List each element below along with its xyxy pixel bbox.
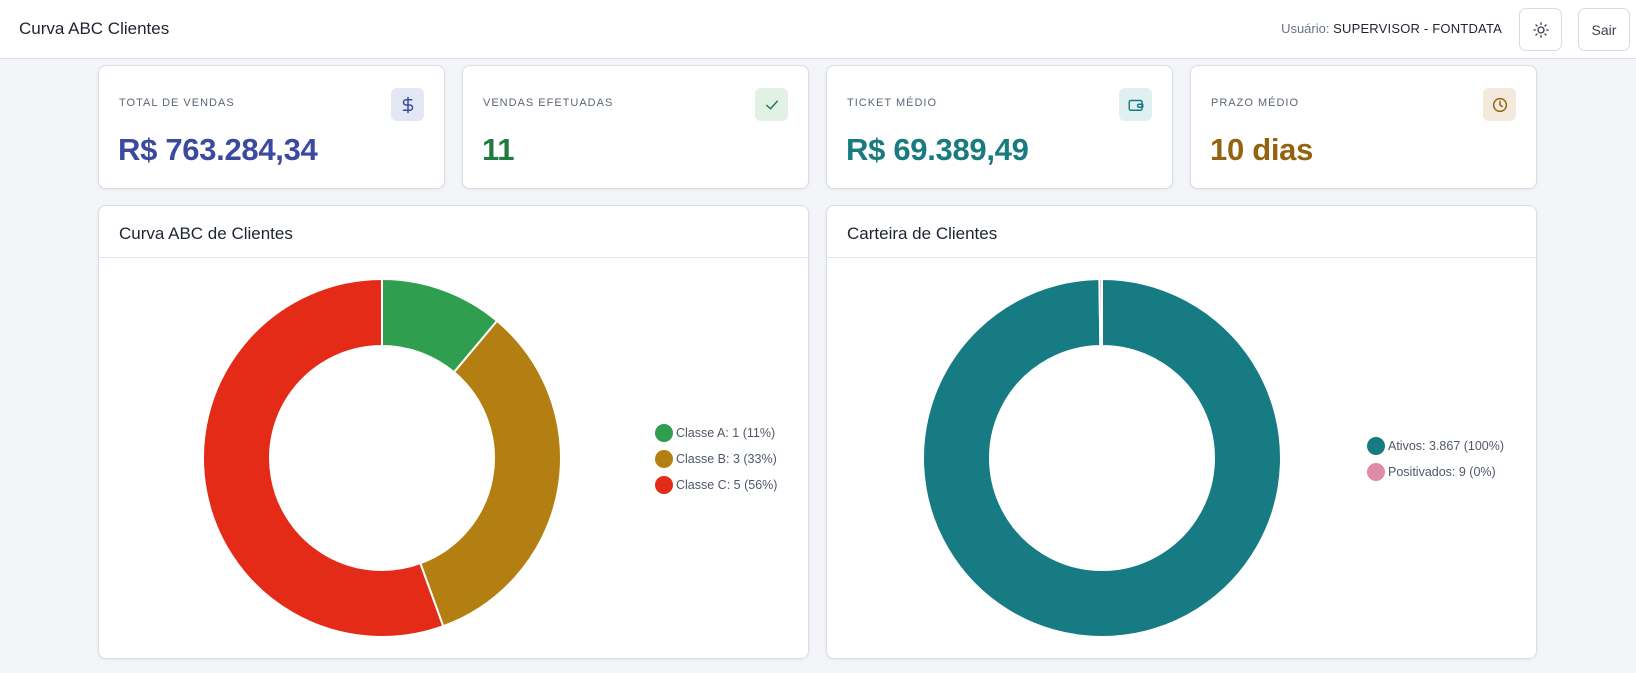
wallet-icon bbox=[1119, 88, 1152, 121]
panel-carteira-clientes: Carteira de Clientes Ativos: 3.867 (100%… bbox=[826, 205, 1537, 659]
chart-legend: Ativos: 3.867 (100%) Positivados: 9 (0%) bbox=[1367, 433, 1504, 485]
page-title: Curva ABC Clientes bbox=[19, 19, 170, 38]
kpi-card-ticket-medio: TICKET MÉDIO R$ 69.389,49 bbox=[826, 65, 1173, 189]
check-icon bbox=[755, 88, 788, 121]
kpi-value: 10 dias bbox=[1210, 132, 1314, 167]
top-bar: Curva ABC Clientes Usuário: SUPERVISOR -… bbox=[0, 0, 1636, 59]
legend-label: Classe A: 1 (11%) bbox=[676, 426, 776, 440]
dollar-icon bbox=[391, 88, 424, 121]
panel-curva-abc: Curva ABC de Clientes Classe A: 1 (11%) C… bbox=[98, 205, 809, 659]
kpi-card-prazo-medio: PRAZO MÉDIO 10 dias bbox=[1190, 65, 1537, 189]
legend-item-ativos[interactable]: Ativos: 3.867 (100%) bbox=[1367, 433, 1504, 459]
legend-swatch bbox=[655, 424, 673, 442]
user-info: Usuário: SUPERVISOR - FONTDATA bbox=[1281, 21, 1502, 36]
legend-item-classe-a[interactable]: Classe A: 1 (11%) bbox=[655, 420, 777, 446]
panel-title: Curva ABC de Clientes bbox=[99, 206, 808, 258]
slice-classe-b[interactable] bbox=[419, 319, 562, 628]
kpi-card-total-vendas: TOTAL DE VENDAS R$ 763.284,34 bbox=[98, 65, 445, 189]
legend-label: Ativos: 3.867 (100%) bbox=[1388, 439, 1505, 453]
slice-positivados[interactable] bbox=[1098, 277, 1103, 348]
kpi-label: TOTAL DE VENDAS bbox=[119, 97, 235, 109]
legend-label: Classe B: 3 (33%) bbox=[676, 452, 777, 466]
kpi-value: R$ 69.389,49 bbox=[846, 132, 1029, 167]
legend-item-classe-b[interactable]: Classe B: 3 (33%) bbox=[655, 446, 777, 472]
legend-item-positivados[interactable]: Positivados: 9 (0%) bbox=[1367, 459, 1504, 485]
chart-legend: Classe A: 1 (11%) Classe B: 3 (33%) Classe… bbox=[655, 420, 777, 498]
legend-item-classe-c[interactable]: Classe C: 5 (56%) bbox=[655, 472, 777, 498]
legend-label: Positivados: 9 (0%) bbox=[1388, 465, 1496, 479]
theme-toggle-button[interactable] bbox=[1519, 8, 1562, 51]
kpi-value: 11 bbox=[482, 132, 515, 167]
legend-swatch bbox=[1367, 463, 1385, 481]
kpi-card-vendas-efetuadas: VENDAS EFETUADAS 11 bbox=[462, 65, 809, 189]
legend-label: Classe C: 5 (56%) bbox=[676, 478, 778, 492]
kpi-value: R$ 763.284,34 bbox=[118, 132, 318, 167]
clock-icon bbox=[1483, 88, 1516, 121]
kpi-label: VENDAS EFETUADAS bbox=[483, 97, 614, 109]
user-prefix: Usuário: bbox=[1281, 21, 1330, 36]
legend-swatch bbox=[655, 476, 673, 494]
kpi-label: PRAZO MÉDIO bbox=[1211, 97, 1300, 109]
logout-button[interactable]: Sair bbox=[1578, 8, 1630, 51]
kpi-label: TICKET MÉDIO bbox=[847, 97, 938, 109]
panel-title: Carteira de Clientes bbox=[827, 206, 1536, 258]
user-name: SUPERVISOR - FONTDATA bbox=[1333, 21, 1502, 36]
legend-swatch bbox=[1367, 437, 1385, 455]
legend-swatch bbox=[655, 450, 673, 468]
sun-icon bbox=[1532, 21, 1549, 38]
